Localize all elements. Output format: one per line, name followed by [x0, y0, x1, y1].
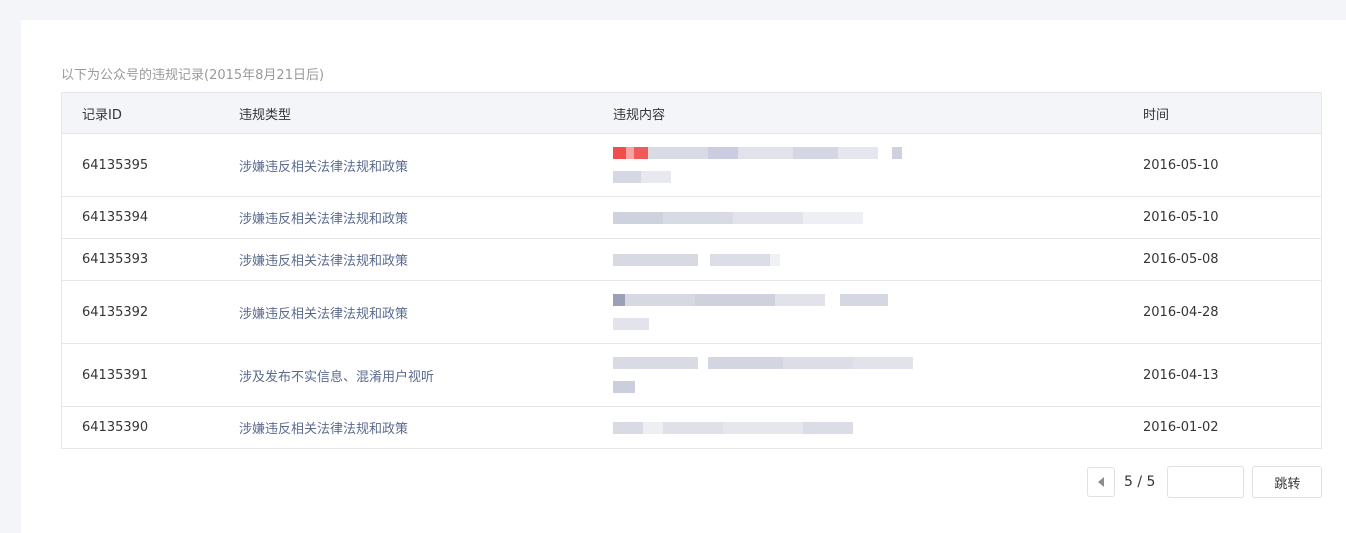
redacted-text-line	[613, 147, 1123, 159]
record-id: 64135394	[82, 210, 149, 225]
table-row: 64135390 涉嫌违反相关法律法规和政策 2016-01-02	[62, 407, 1321, 448]
violation-content-redacted	[593, 253, 1123, 266]
redacted-text-line	[613, 318, 1123, 330]
violation-content-redacted	[593, 147, 1123, 183]
table-row: 64135394 涉嫌违反相关法律法规和政策 2016-05-10	[62, 197, 1321, 239]
redacted-text-line	[613, 211, 1123, 224]
record-id: 64135392	[82, 304, 149, 320]
violation-content-redacted	[593, 294, 1123, 330]
pagination: 5 / 5 跳转	[1087, 466, 1323, 498]
record-date: 2016-01-02	[1143, 420, 1219, 435]
header-violation-type: 违规类型	[239, 107, 292, 123]
violation-table: 记录ID 违规类型 违规内容 时间 64135395 涉嫌违反相关法律法规和政策	[61, 92, 1322, 449]
violation-content-redacted	[593, 211, 1123, 224]
redacted-text-line	[613, 381, 1123, 393]
violation-type: 涉嫌违反相关法律法规和政策	[239, 159, 409, 175]
redacted-text-line	[613, 294, 1123, 306]
violation-records-panel: 以下为公众号的违规记录(2015年8月21日后) 记录ID 违规类型 违规内容 …	[21, 20, 1346, 533]
record-date: 2016-05-10	[1143, 157, 1219, 173]
table-row: 64135395 涉嫌违反相关法律法规和政策 2016-05-10	[62, 134, 1321, 197]
redacted-text-line	[613, 171, 1123, 183]
violation-content-redacted	[593, 421, 1123, 434]
record-id: 64135395	[82, 157, 149, 173]
table-header: 记录ID 违规类型 违规内容 时间	[62, 93, 1321, 134]
violation-type: 涉及发布不实信息、混淆用户视听	[239, 369, 435, 385]
record-date: 2016-04-13	[1143, 367, 1219, 383]
redacted-text-line	[613, 253, 1123, 266]
page-indicator: 5 / 5	[1124, 474, 1156, 490]
header-violation-content: 违规内容	[613, 107, 666, 123]
record-date: 2016-04-28	[1143, 304, 1219, 320]
record-id: 64135393	[82, 252, 149, 267]
record-date: 2016-05-08	[1143, 252, 1219, 267]
violation-type: 涉嫌违反相关法律法规和政策	[239, 254, 409, 269]
violation-content-redacted	[593, 357, 1123, 393]
header-record-id: 记录ID	[82, 107, 122, 123]
record-id: 64135391	[82, 367, 149, 383]
redacted-text-line	[613, 421, 1123, 434]
records-caption: 以下为公众号的违规记录(2015年8月21日后)	[61, 68, 325, 83]
violation-type: 涉嫌违反相关法律法规和政策	[239, 306, 409, 322]
violation-type: 涉嫌违反相关法律法规和政策	[239, 212, 409, 227]
triangle-left-icon	[1098, 477, 1104, 487]
redacted-text-line	[613, 357, 1123, 369]
jump-page-input[interactable]	[1167, 466, 1245, 498]
violation-type: 涉嫌违反相关法律法规和政策	[239, 422, 409, 437]
record-date: 2016-05-10	[1143, 210, 1219, 225]
table-row: 64135392 涉嫌违反相关法律法规和政策 2016-04-28	[62, 281, 1321, 344]
record-id: 64135390	[82, 420, 149, 435]
jump-button[interactable]: 跳转	[1252, 466, 1323, 498]
table-row: 64135391 涉及发布不实信息、混淆用户视听 2016-04-13	[62, 344, 1321, 407]
prev-page-button[interactable]	[1087, 467, 1115, 497]
table-row: 64135393 涉嫌违反相关法律法规和政策 2016-05-08	[62, 239, 1321, 281]
header-time: 时间	[1143, 107, 1170, 123]
